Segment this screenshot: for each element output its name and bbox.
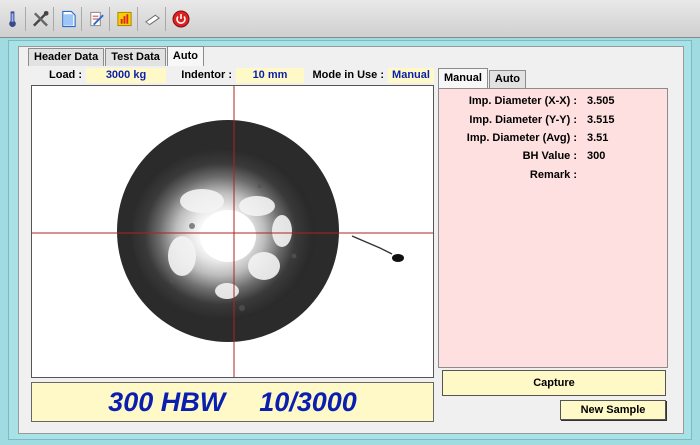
main-tabs: Header Data Test Data Auto bbox=[28, 46, 205, 66]
indentor-label: Indentor : bbox=[181, 69, 232, 81]
load-value: 3000 kg bbox=[86, 67, 166, 83]
tools-icon[interactable] bbox=[32, 6, 54, 31]
diameter-avg-value: 3.51 bbox=[587, 132, 609, 144]
hardness-result: 300 HBW 10/3000 bbox=[31, 382, 434, 422]
document-icon[interactable] bbox=[60, 6, 82, 31]
eraser-icon[interactable] bbox=[144, 6, 166, 31]
diameter-y-label: Imp. Diameter (Y-Y) : bbox=[469, 114, 577, 126]
diameter-y-value: 3.515 bbox=[587, 114, 615, 126]
bh-value: 300 bbox=[587, 150, 606, 162]
mode-value: Manual bbox=[388, 67, 434, 83]
measurement-tabs: Manual Auto bbox=[438, 68, 527, 88]
tab-test-data[interactable]: Test Data bbox=[105, 48, 166, 66]
tab-auto[interactable]: Auto bbox=[166, 46, 204, 66]
diameter-x-label: Imp. Diameter (X-X) : bbox=[468, 95, 577, 107]
load-label: Load : bbox=[49, 69, 82, 81]
diameter-avg-label: Imp. Diameter (Avg) : bbox=[466, 132, 577, 144]
diameter-x-value: 3.505 bbox=[587, 95, 615, 107]
test-info-bar: Load : 3000 kg Indentor : 10 mm Mode in … bbox=[28, 66, 436, 84]
capture-button[interactable]: Capture bbox=[442, 370, 666, 396]
indentor-value: 10 mm bbox=[236, 67, 304, 83]
tab-header-data[interactable]: Header Data bbox=[28, 48, 105, 66]
new-sample-button[interactable]: New Sample bbox=[560, 400, 666, 420]
hardness-value: 300 HBW bbox=[108, 386, 226, 417]
measurement-panel: Imp. Diameter (X-X) : 3.505 Imp. Diamete… bbox=[438, 88, 668, 368]
toolbar bbox=[0, 0, 700, 38]
mode-label: Mode in Use : bbox=[312, 69, 384, 81]
remark-label: Remark : bbox=[529, 169, 577, 181]
indentation-image-viewer[interactable] bbox=[31, 85, 434, 378]
test-scale-value: 10/3000 bbox=[259, 386, 357, 417]
power-icon[interactable] bbox=[172, 7, 194, 31]
bh-value-label: BH Value : bbox=[522, 150, 577, 162]
tab-auto-measure[interactable]: Auto bbox=[488, 70, 526, 88]
report-icon[interactable] bbox=[116, 6, 138, 31]
thermometer-icon[interactable] bbox=[4, 6, 26, 31]
tab-manual[interactable]: Manual bbox=[438, 68, 488, 88]
indentation-center bbox=[200, 210, 256, 262]
edit-document-icon[interactable] bbox=[88, 6, 110, 31]
indentation-image bbox=[32, 86, 433, 377]
